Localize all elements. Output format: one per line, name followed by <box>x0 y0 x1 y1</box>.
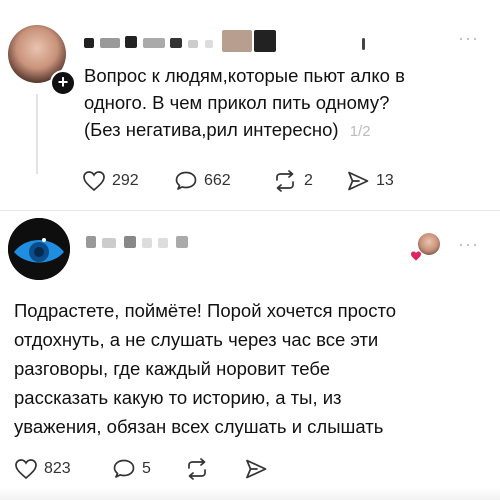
post-text-line: Вопрос к людям,которые пьют алко в <box>84 65 405 86</box>
reply-repost-button[interactable] <box>184 458 210 480</box>
post-text-line: одного. В чем прикол пить одному? <box>84 92 390 113</box>
comment-icon <box>113 459 135 478</box>
post-share-button[interactable]: 13 <box>346 170 394 192</box>
thread-line <box>36 94 38 174</box>
comment-count: 662 <box>204 172 231 189</box>
reply-share-button[interactable] <box>244 458 268 480</box>
reply-more-icon[interactable]: ··· <box>458 234 479 255</box>
heart-icon <box>83 171 105 192</box>
repost-count: 2 <box>304 172 313 189</box>
reply-text-line: Подрастете, поймёте! Порой хочется прост… <box>14 300 397 321</box>
post-comment-button[interactable]: 662 <box>174 170 231 192</box>
share-icon <box>348 171 369 191</box>
reply-text-line: разговоры, где каждый норовит тебе <box>14 358 331 379</box>
share-count: 13 <box>376 172 394 189</box>
heart-icon <box>15 459 37 480</box>
post-text-line3: (Без негатива,рил интересно) <box>84 119 339 140</box>
divider <box>0 210 500 211</box>
post-text: Вопрос к людям,которые пьют алко в одног… <box>84 62 405 145</box>
follow-plus-icon[interactable]: + <box>50 70 76 96</box>
bottom-fade <box>0 488 500 500</box>
reply-text: Подрастете, поймёте! Порой хочется прост… <box>14 296 396 441</box>
post-more-icon[interactable]: ··· <box>458 28 479 49</box>
post-repost-button[interactable]: 2 <box>272 170 313 192</box>
share-icon <box>246 459 267 479</box>
reply-text-line: рассказать какую то историю, а ты, из <box>14 387 342 408</box>
repost-icon <box>276 170 294 192</box>
post-like-button[interactable]: 292 <box>82 170 139 192</box>
comment-count: 5 <box>142 460 151 477</box>
reply-text-line: отдохнуть, а не слушать через час все эт… <box>14 329 379 350</box>
reply-comment-button[interactable]: 5 <box>112 458 151 480</box>
heart-badge-icon <box>410 249 422 261</box>
comment-icon <box>175 171 197 190</box>
reply-like-button[interactable]: 823 <box>14 458 71 480</box>
page-indicator: 1/2 <box>349 123 371 140</box>
like-count: 292 <box>112 172 139 189</box>
like-count: 823 <box>44 460 71 477</box>
reply-author-avatar[interactable] <box>8 218 70 280</box>
reply-text-line: уважения, обязан всех слушать и слышать <box>14 416 384 437</box>
post-text-line: (Без негатива,рил интересно) 1/2 <box>84 116 405 145</box>
repost-icon <box>188 458 206 480</box>
eye-avatar-icon <box>8 218 70 280</box>
